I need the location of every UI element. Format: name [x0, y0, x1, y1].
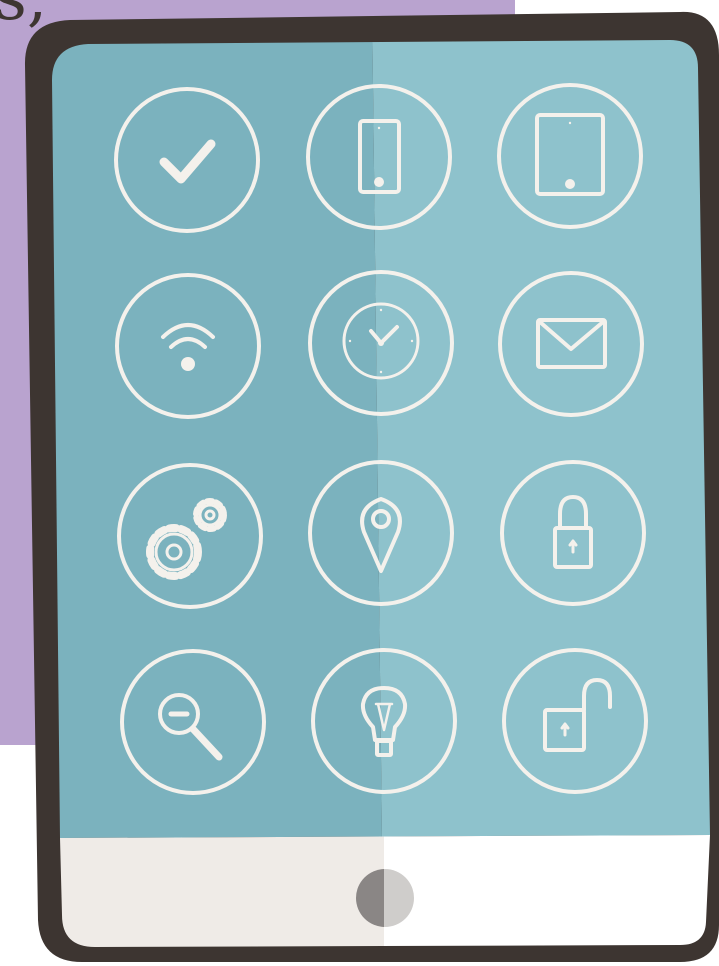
home-button[interactable] — [356, 869, 414, 927]
tablet-device — [0, 0, 719, 966]
